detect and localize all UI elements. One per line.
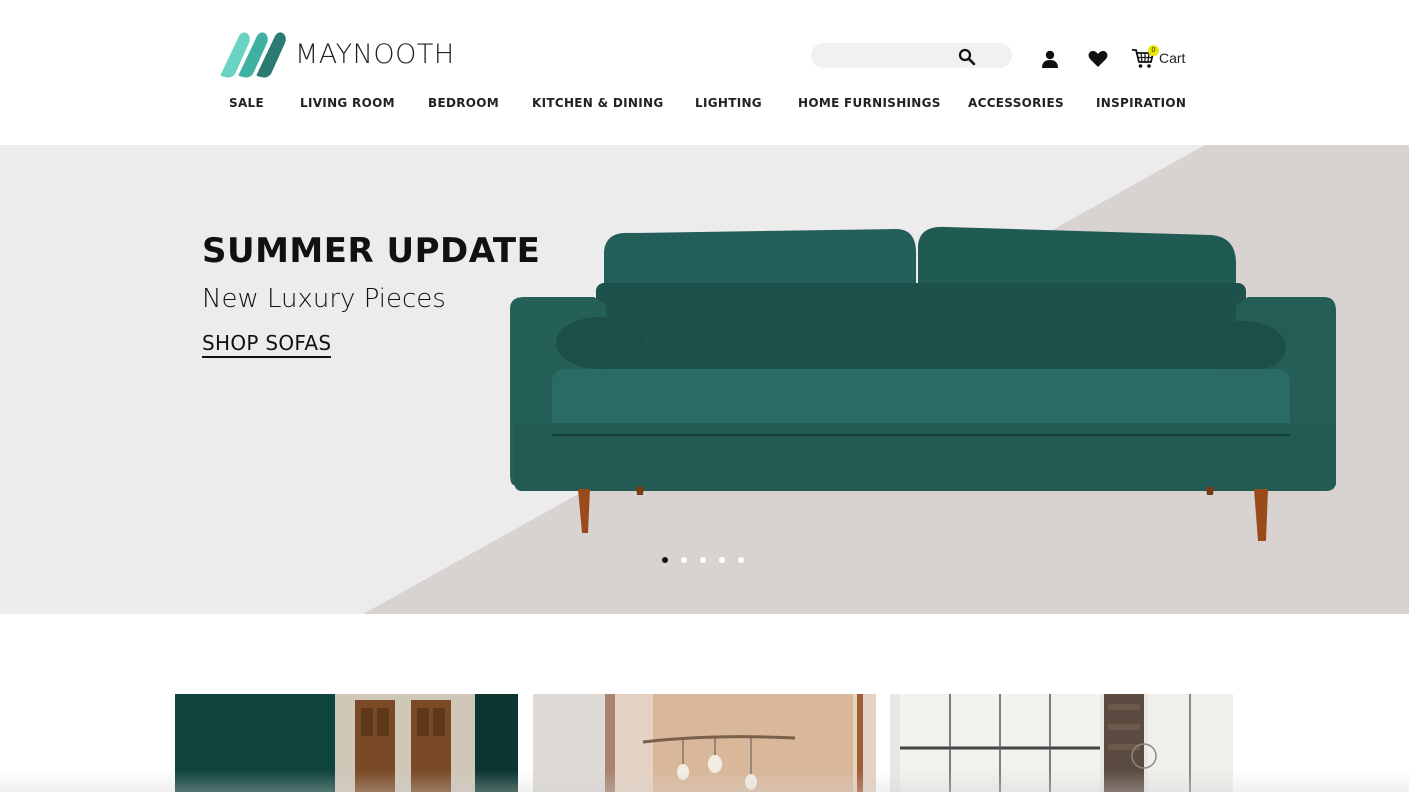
sofa-image	[510, 226, 1336, 541]
hero-banner[interactable]: SUMMER UPDATE New Luxury Pieces SHOP SOF…	[0, 145, 1409, 614]
pendant-lights-tile[interactable]	[533, 694, 876, 792]
nav-item-kitchen-dining[interactable]: KITCHEN & DINING	[532, 96, 664, 110]
carousel-dot-3[interactable]	[700, 557, 706, 563]
nav-item-sale[interactable]: SALE	[229, 96, 264, 110]
cart-icon: 0	[1131, 45, 1159, 69]
hero-title: SUMMER UPDATE	[202, 231, 541, 271]
heart-icon[interactable]	[1088, 50, 1108, 68]
search-bar[interactable]	[811, 43, 1012, 68]
nav-item-accessories[interactable]: ACCESSORIES	[968, 96, 1064, 110]
pendant-lights-image	[533, 694, 876, 792]
carousel-dot-1[interactable]	[662, 557, 668, 563]
window-loft-tile[interactable]	[890, 694, 1233, 792]
search-input[interactable]	[823, 46, 973, 65]
nav-item-living-room[interactable]: LIVING ROOM	[300, 96, 395, 110]
carousel-dots	[662, 557, 744, 563]
nav-item-home-furnishings[interactable]: HOME FURNISHINGS	[798, 96, 941, 110]
nav-item-lighting[interactable]: LIGHTING	[695, 96, 762, 110]
hero-subtitle: New Luxury Pieces	[202, 284, 446, 314]
site-header: MAYNOOTH 0 Cart SALE LIVING ROOM BEDROOM…	[0, 0, 1409, 145]
logo-mark-icon	[220, 32, 286, 78]
nav-item-inspiration[interactable]: INSPIRATION	[1096, 96, 1186, 110]
cart-count-badge: 0	[1148, 45, 1159, 56]
carousel-dot-4[interactable]	[719, 557, 725, 563]
green-doorway-image	[175, 694, 518, 792]
green-doorway-tile[interactable]	[175, 694, 518, 792]
cart-label: Cart	[1159, 50, 1186, 66]
nav-item-bedroom[interactable]: BEDROOM	[428, 96, 499, 110]
brand-logo[interactable]: MAYNOOTH	[219, 30, 455, 78]
search-icon[interactable]	[958, 48, 976, 66]
brand-name: MAYNOOTH	[295, 38, 455, 70]
shop-sofas-link[interactable]: SHOP SOFAS	[202, 331, 332, 358]
carousel-dot-2[interactable]	[681, 557, 687, 563]
user-icon[interactable]	[1041, 50, 1059, 68]
window-loft-image	[890, 694, 1233, 792]
main-nav: SALE LIVING ROOM BEDROOM KITCHEN & DININ…	[0, 96, 1409, 112]
cart-button[interactable]: 0 Cart	[1131, 45, 1186, 69]
carousel-dot-5[interactable]	[738, 557, 744, 563]
